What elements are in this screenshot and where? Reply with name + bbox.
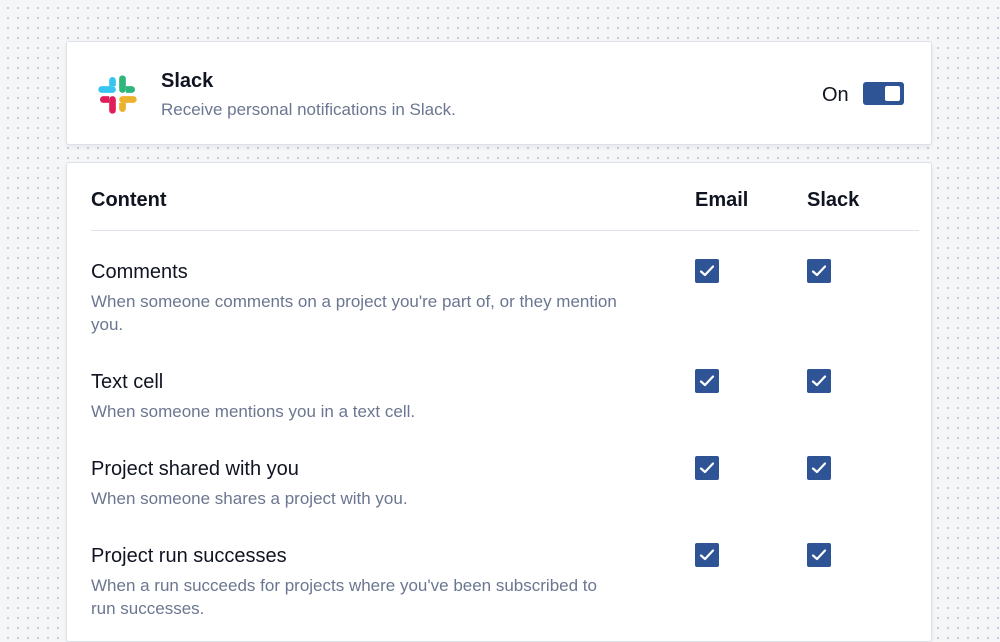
checkmark-icon [811,265,827,277]
checkmark-icon [699,462,715,474]
checkmark-icon [811,375,827,387]
slack-integration-card: Slack Receive personal notifications in … [66,41,932,145]
row-description: When someone comments on a project you'r… [91,292,617,334]
row-title: Project run successes [91,545,287,567]
checkmark-icon [699,375,715,387]
column-header-content: Content [91,189,167,211]
checkmark-icon [699,265,715,277]
email-checkbox[interactable] [695,259,719,283]
row-title: Project shared with you [91,458,299,480]
slack-notifications-toggle[interactable] [863,82,904,105]
header-divider [91,230,919,231]
slack-checkbox[interactable] [807,456,831,480]
notification-settings-card: Content Email Slack Comments When someon… [66,162,932,642]
row-title: Text cell [91,371,164,393]
column-header-slack: Slack [807,189,860,211]
integration-description: Receive personal notifications in Slack. [161,100,456,119]
slack-logo-icon [98,75,137,114]
column-header-email: Email [695,189,749,211]
row-description: When someone shares a project with you. [91,489,408,508]
slack-checkbox[interactable] [807,259,831,283]
row-description: When a run succeeds for projects where y… [91,576,597,618]
row-description: When someone mentions you in a text cell… [91,402,416,421]
checkmark-icon [811,462,827,474]
checkmark-icon [699,549,715,561]
toggle-label: On [822,84,849,106]
slack-checkbox[interactable] [807,543,831,567]
checkmark-icon [811,549,827,561]
email-checkbox[interactable] [695,543,719,567]
slack-checkbox[interactable] [807,369,831,393]
row-title: Comments [91,261,188,283]
email-checkbox[interactable] [695,369,719,393]
email-checkbox[interactable] [695,456,719,480]
integration-title: Slack [161,70,214,92]
toggle-knob [885,86,900,101]
